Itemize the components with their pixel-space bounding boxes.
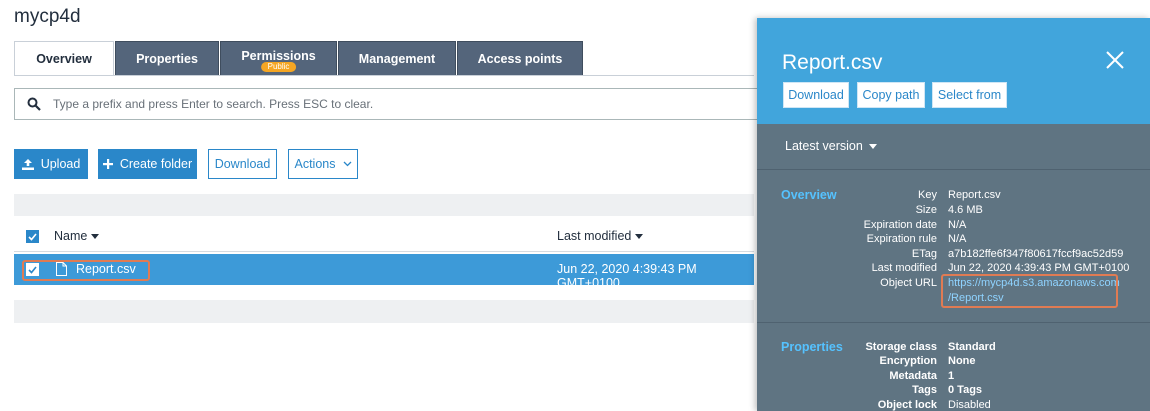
last-modified-column-header[interactable]: Last modified: [557, 229, 644, 243]
download-label: Download: [214, 157, 271, 171]
tab-bar: Overview Properties Permissions Public M…: [14, 41, 584, 76]
bucket-title: mycp4d: [14, 6, 81, 27]
property-encryption: Encryption None: [757, 355, 1150, 369]
create-folder-button[interactable]: Create folder: [98, 149, 197, 179]
table-footer-band: [14, 300, 754, 323]
row-highlight-box: [22, 260, 150, 281]
tab-permissions-label: Permissions: [241, 48, 316, 63]
download-button[interactable]: Download: [208, 149, 277, 179]
name-column-header[interactable]: Name: [54, 229, 100, 243]
select-from-label: Select from: [937, 88, 1002, 102]
field-label: ETag: [911, 248, 937, 260]
field-value: Jun 22, 2020 4:39:43 PM GMT+0100: [948, 262, 1130, 274]
sort-caret-icon: [91, 234, 100, 240]
tab-overview-label: Overview: [36, 52, 92, 66]
field-label: Expiration rule: [866, 233, 937, 245]
overview-field-etag: ETag a7b182ffe6f347f80617fccf9ac52d59: [757, 248, 1150, 262]
check-icon: [28, 232, 37, 241]
select-all-checkbox[interactable]: [26, 230, 39, 243]
close-icon[interactable]: [1105, 50, 1125, 70]
field-label: Metadata: [889, 370, 937, 382]
upload-label: Upload: [40, 157, 81, 171]
property-tags: Tags 0 Tags: [757, 384, 1150, 398]
search-bar: [14, 88, 774, 120]
field-value: None: [948, 355, 976, 367]
field-value: Disabled: [948, 399, 991, 411]
public-badge: Public: [260, 62, 297, 72]
field-value: 4.6 MB: [948, 204, 983, 216]
field-value: Standard: [948, 341, 996, 353]
overview-field-size: Size 4.6 MB: [757, 204, 1150, 218]
property-storage-class: Storage class Standard: [757, 341, 1150, 355]
upload-icon: [21, 158, 34, 170]
overview-field-expiration-date: Expiration date N/A: [757, 219, 1150, 233]
name-column-label: Name: [54, 229, 88, 243]
tab-management-label: Management: [358, 51, 436, 66]
field-label: Storage class: [865, 341, 937, 353]
tab-overview[interactable]: Overview: [14, 41, 114, 76]
panel-divider: [757, 322, 1150, 323]
field-value: Report.csv: [948, 189, 1001, 201]
field-label: Encryption: [879, 355, 937, 367]
search-input[interactable]: [53, 97, 733, 111]
field-label: Size: [915, 204, 937, 216]
search-icon: [27, 97, 41, 111]
tabs-divider: [14, 75, 754, 76]
chevron-down-icon: [343, 161, 351, 167]
field-value: N/A: [948, 233, 967, 245]
field-label: Key: [918, 189, 937, 201]
overview-field-key: Key Report.csv: [757, 189, 1150, 203]
tab-management[interactable]: Management: [338, 41, 456, 76]
field-label: Object lock: [877, 399, 937, 411]
field-value: 0 Tags: [948, 384, 983, 396]
panel-title: Report.csv: [782, 51, 883, 74]
field-label: Expiration date: [863, 219, 937, 231]
tab-properties[interactable]: Properties: [115, 41, 219, 76]
dropdown-caret-icon: [868, 144, 877, 150]
copy-path-label: Copy path: [862, 88, 920, 102]
version-dropdown[interactable]: Latest version: [785, 139, 877, 153]
actions-label: Actions: [294, 157, 336, 171]
file-last-modified: Jun 22, 2020 4:39:43 PM GMT+0100: [557, 262, 697, 290]
field-label: Last modified: [871, 262, 937, 274]
copy-path-button[interactable]: Copy path: [857, 82, 925, 108]
table-header: Name Last modified: [14, 222, 754, 252]
url-highlight-box: [941, 274, 1118, 308]
tab-properties-label: Properties: [136, 51, 198, 66]
last-modified-column-label: Last modified: [557, 229, 632, 243]
actions-dropdown[interactable]: Actions: [288, 149, 358, 179]
field-value: 1: [948, 370, 955, 382]
table-toolbar-band: [14, 194, 754, 216]
sort-caret-icon: [635, 234, 644, 240]
panel-divider: [757, 169, 1150, 170]
field-value: a7b182ffe6f347f80617fccf9ac52d59: [948, 248, 1124, 260]
tab-permissions[interactable]: Permissions Public: [220, 41, 337, 76]
property-object-lock: Object lock Disabled: [757, 399, 1150, 411]
select-from-button[interactable]: Select from: [932, 82, 1007, 108]
version-label: Latest version: [785, 139, 863, 153]
field-label: Object URL: [880, 277, 937, 289]
panel-download-button[interactable]: Download: [783, 82, 849, 108]
field-label: Tags: [912, 384, 937, 396]
tab-access-points[interactable]: Access points: [457, 41, 583, 76]
overview-field-expiration-rule: Expiration rule N/A: [757, 233, 1150, 247]
upload-button[interactable]: Upload: [14, 149, 88, 179]
object-details-panel: Report.csv Download Copy path Select fro…: [757, 18, 1150, 411]
panel-download-label: Download: [788, 88, 844, 102]
property-metadata: Metadata 1: [757, 370, 1150, 384]
plus-icon: [102, 159, 113, 169]
create-folder-label: Create folder: [119, 157, 193, 171]
field-value: N/A: [948, 219, 967, 231]
tab-access-points-label: Access points: [477, 51, 563, 66]
